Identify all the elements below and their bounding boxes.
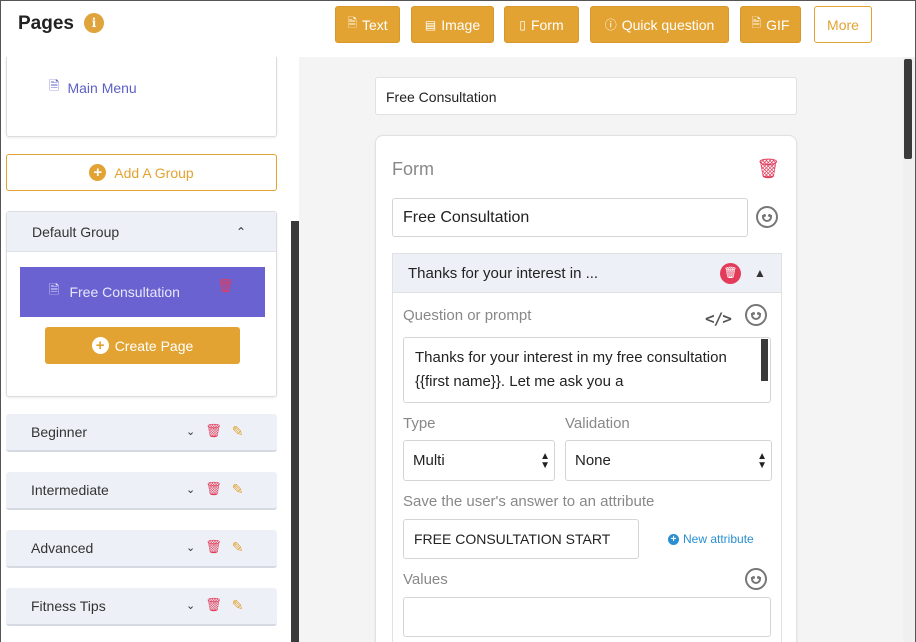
text-button[interactable]: 🗎 Text: [335, 6, 400, 43]
chevron-down-icon[interactable]: ⌄: [186, 530, 195, 566]
emoji-icon[interactable]: [745, 304, 767, 326]
create-page-button[interactable]: + Create Page: [45, 327, 240, 364]
chevron-down-icon[interactable]: ⌄: [186, 414, 195, 450]
question-summary: Thanks for your interest in ...: [408, 265, 599, 282]
page-title: Pages: [18, 13, 74, 34]
gif-button[interactable]: 🗎 GIF: [740, 6, 801, 43]
trash-icon[interactable]: 🗑: [205, 472, 222, 508]
plus-circle-icon: +: [668, 533, 679, 545]
pencil-icon[interactable]: ✎: [232, 588, 244, 624]
pencil-icon[interactable]: ✎: [232, 414, 244, 450]
info-icon[interactable]: i: [84, 13, 104, 33]
gif-button-label: GIF: [766, 16, 790, 33]
form-button-label: Form: [530, 16, 564, 33]
validation-label: Validation: [565, 415, 630, 432]
plus-circle-icon: +: [89, 164, 107, 181]
type-label: Type: [403, 415, 436, 432]
page-item-label: Free Consultation: [69, 284, 180, 300]
quick-question-button-label: Quick question: [621, 16, 715, 33]
group-row-advanced[interactable]: Advanced ⌄ 🗑 ✎: [6, 530, 277, 568]
form-card: Form 🗑 Free Consultation Thanks for your…: [375, 135, 797, 642]
prompt-label: Question or prompt: [403, 307, 532, 324]
select-arrows-icon: ▲ ▼: [540, 451, 550, 471]
page-item-free-consultation[interactable]: 🗎 Free Consultation 🗑: [20, 267, 265, 317]
group-label: Fitness Tips: [31, 598, 106, 614]
validation-select[interactable]: None ▲ ▼: [565, 440, 772, 481]
emoji-icon[interactable]: [745, 568, 767, 590]
question-icon: ⓘ: [604, 18, 617, 32]
chevron-down-icon[interactable]: ⌄: [186, 588, 195, 624]
trash-icon[interactable]: 🗑: [205, 530, 222, 566]
validation-select-value: None: [575, 452, 611, 469]
group-row-intermediate[interactable]: Intermediate ⌄ 🗑 ✎: [6, 472, 277, 510]
gif-icon: 🗎: [751, 16, 762, 30]
prompt-textarea[interactable]: Thanks for your interest in my free cons…: [403, 337, 771, 403]
text-button-label: Text: [361, 16, 388, 33]
code-icon[interactable]: </>: [705, 309, 732, 328]
group-row-beginner[interactable]: Beginner ⌄ 🗑 ✎: [6, 414, 277, 452]
form-heading: Form: [392, 159, 434, 179]
document-icon: 🗎: [49, 283, 60, 298]
sidebar-item-main-menu[interactable]: 🗎 Main Menu: [49, 77, 137, 99]
trash-icon[interactable]: 🗑: [217, 278, 234, 294]
prompt-scrollbar[interactable]: [761, 339, 768, 381]
top-bar: Pages i 🗎 Text ▤ Image ▯ Form ⓘ Quick qu…: [1, 1, 915, 57]
form-icon: ▯: [519, 17, 526, 32]
main-menu-card: 🗎 Main Menu: [6, 57, 277, 137]
form-name-input[interactable]: Free Consultation: [392, 198, 748, 237]
chevron-up-icon[interactable]: ⌃: [236, 212, 246, 252]
trash-icon[interactable]: 🗑: [205, 588, 222, 624]
document-icon: 🗎: [347, 16, 357, 30]
group-label: Beginner: [31, 424, 88, 440]
image-icon: ▤: [424, 17, 437, 32]
editor-scrollbar-thumb[interactable]: [904, 59, 912, 159]
group-label: Advanced: [31, 540, 94, 556]
trash-icon[interactable]: 🗑: [720, 263, 741, 284]
attribute-label: Save the user's answer to an attribute: [403, 493, 655, 510]
select-arrows-icon: ▲ ▼: [757, 451, 767, 471]
new-attribute-link[interactable]: + New attribute: [668, 532, 754, 546]
add-group-label: Add A Group: [114, 164, 194, 181]
values-label: Values: [403, 571, 448, 588]
page-title-input[interactable]: Free Consultation: [375, 77, 797, 115]
pencil-icon[interactable]: ✎: [232, 530, 244, 566]
trash-icon[interactable]: 🗑: [205, 414, 222, 450]
trash-icon[interactable]: 🗑: [756, 157, 780, 181]
default-group-label: Default Group: [32, 224, 120, 240]
sidebar-scrollbar[interactable]: [291, 221, 299, 642]
form-button[interactable]: ▯ Form: [504, 6, 579, 43]
new-attribute-label: New attribute: [683, 532, 754, 546]
create-page-label: Create Page: [114, 337, 194, 354]
add-group-button[interactable]: + Add A Group: [6, 154, 277, 191]
emoji-icon[interactable]: [756, 206, 778, 228]
attribute-input[interactable]: FREE CONSULTATION START: [403, 519, 639, 559]
group-row-fitness-tips[interactable]: Fitness Tips ⌄ 🗑 ✎: [6, 588, 277, 626]
values-input[interactable]: [403, 597, 771, 637]
type-select[interactable]: Multi ▲ ▼: [403, 440, 555, 481]
document-icon: 🗎: [49, 79, 60, 94]
question-block: Thanks for your interest in ... 🗑 ▲ Ques…: [392, 253, 782, 642]
group-label: Intermediate: [31, 482, 109, 498]
pencil-icon[interactable]: ✎: [232, 472, 244, 508]
more-button[interactable]: More: [814, 6, 872, 43]
main-menu-label: Main Menu: [67, 80, 137, 96]
plus-circle-icon: +: [91, 337, 109, 354]
default-group-header[interactable]: Default Group ⌃: [7, 212, 276, 252]
caret-up-icon[interactable]: ▲: [754, 266, 766, 280]
default-group-card: Default Group ⌃ 🗎 Free Consultation 🗑 + …: [6, 211, 277, 397]
chevron-down-icon[interactable]: ⌄: [186, 472, 195, 508]
type-select-value: Multi: [413, 452, 445, 469]
image-button[interactable]: ▤ Image: [411, 6, 494, 43]
quick-question-button[interactable]: ⓘ Quick question: [590, 6, 729, 43]
image-button-label: Image: [441, 16, 481, 33]
